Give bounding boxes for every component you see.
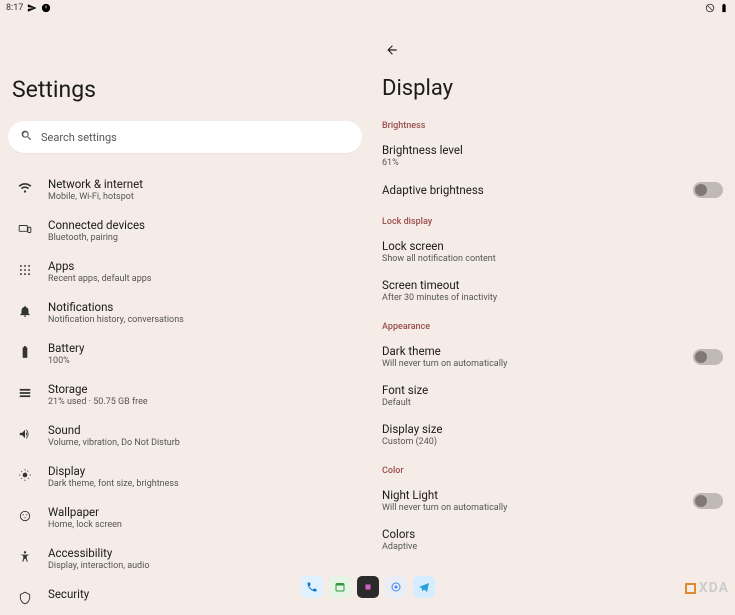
sidebar-item-subtitle: 100% — [48, 356, 84, 366]
display-right-pane: Display Brightness Brightness level61% Ada… — [370, 16, 735, 571]
taskbar-app-phone[interactable] — [301, 576, 323, 598]
row-title: Screen timeout — [382, 278, 497, 292]
timer-icon — [41, 3, 51, 13]
search-input[interactable] — [41, 131, 350, 144]
sidebar-item-connected-devices[interactable]: Connected devicesBluetooth, pairing — [8, 210, 362, 251]
sidebar-item-label: Display — [48, 464, 179, 478]
toggle-switch[interactable] — [693, 182, 723, 198]
sidebar-item-subtitle: Home, lock screen — [48, 520, 122, 530]
security-icon — [16, 589, 34, 607]
row-title: Lock screen — [382, 239, 496, 253]
row-subtitle: Will never turn on automatically — [382, 359, 507, 369]
row-subtitle: Adaptive — [382, 542, 417, 552]
back-button[interactable] — [382, 40, 402, 60]
sidebar-item-label: Storage — [48, 382, 148, 396]
row-title: Font size — [382, 383, 428, 397]
section-label: Color — [382, 466, 725, 476]
row-title: Colors — [382, 527, 417, 541]
sidebar-item-sound[interactable]: SoundVolume, vibration, Do Not Disturb — [8, 415, 362, 456]
accessibility-icon — [16, 548, 34, 566]
sidebar-item-subtitle: 21% used · 50.75 GB free — [48, 397, 148, 407]
sidebar-item-subtitle: Recent apps, default apps — [48, 274, 151, 284]
watermark: XDA — [685, 580, 729, 596]
statusbar-time: 8:17 — [6, 3, 23, 13]
search-icon — [20, 129, 33, 145]
setting-row-brightness-level[interactable]: Brightness level61% — [382, 138, 725, 177]
sidebar-item-apps[interactable]: AppsRecent apps, default apps — [8, 251, 362, 292]
row-title: Brightness level — [382, 143, 463, 157]
row-title: Display size — [382, 422, 442, 436]
sidebar-item-label: Sound — [48, 423, 180, 437]
row-subtitle: Will never turn on automatically — [382, 503, 507, 513]
sidebar-item-label: Accessibility — [48, 546, 149, 560]
storage-icon — [16, 384, 34, 402]
do-not-disturb-icon — [705, 3, 715, 13]
taskbar-app-calendar[interactable] — [329, 576, 351, 598]
row-subtitle: Custom (240) — [382, 437, 442, 447]
row-subtitle: Default — [382, 398, 428, 408]
sidebar-item-subtitle: Volume, vibration, Do Not Disturb — [48, 438, 180, 448]
row-subtitle: After 30 minutes of inactivity — [382, 293, 497, 303]
section-label: Lock display — [382, 217, 725, 227]
sidebar-item-subtitle: Bluetooth, pairing — [48, 233, 145, 243]
statusbar: 8:17 — [0, 0, 735, 16]
sidebar-item-network-internet[interactable]: Network & internetMobile, Wi-Fi, hotspot — [8, 169, 362, 210]
sidebar-item-label: Security — [48, 587, 89, 601]
row-title: Dark theme — [382, 344, 507, 358]
sidebar-item-label: Network & internet — [48, 177, 143, 191]
wifi-icon — [16, 179, 34, 197]
sidebar-item-label: Connected devices — [48, 218, 145, 232]
toggle-switch[interactable] — [693, 493, 723, 509]
sidebar-item-subtitle: Notification history, conversations — [48, 315, 184, 325]
notifications-icon — [16, 302, 34, 320]
page-title: Settings — [12, 76, 362, 103]
sidebar-item-label: Battery — [48, 341, 84, 355]
watermark-text: XDA — [699, 580, 729, 596]
sidebar-item-label: Wallpaper — [48, 505, 122, 519]
sidebar-item-accessibility[interactable]: AccessibilityDisplay, interaction, audio — [8, 538, 362, 579]
setting-row-display-size[interactable]: Display sizeCustom (240) — [382, 417, 725, 456]
taskbar-app-ide[interactable] — [357, 576, 379, 598]
row-subtitle: 61% — [382, 158, 463, 168]
wallpaper-icon — [16, 507, 34, 525]
sidebar-item-label: Notifications — [48, 300, 184, 314]
sidebar-item-subtitle: Dark theme, font size, brightness — [48, 479, 179, 489]
setting-row-dark-theme[interactable]: Dark themeWill never turn on automatical… — [382, 339, 725, 378]
sidebar-item-subtitle: Mobile, Wi-Fi, hotspot — [48, 192, 143, 202]
setting-row-colors[interactable]: ColorsAdaptive — [382, 522, 725, 561]
sidebar-item-display[interactable]: DisplayDark theme, font size, brightness — [8, 456, 362, 497]
row-subtitle: Show all notification content — [382, 254, 496, 264]
row-title: Adaptive brightness — [382, 183, 484, 197]
sound-icon — [16, 425, 34, 443]
detail-title: Display — [382, 76, 725, 101]
section-label: Brightness — [382, 121, 725, 131]
send-icon — [27, 3, 37, 13]
apps-icon — [16, 261, 34, 279]
setting-row-screen-timeout[interactable]: Screen timeoutAfter 30 minutes of inacti… — [382, 273, 725, 312]
sidebar-item-battery[interactable]: Battery100% — [8, 333, 362, 374]
taskbar — [301, 576, 435, 598]
setting-row-adaptive-brightness[interactable]: Adaptive brightness — [382, 177, 725, 207]
setting-row-lock-screen[interactable]: Lock screenShow all notification content — [382, 234, 725, 273]
devices-icon — [16, 220, 34, 238]
search-settings[interactable] — [8, 121, 362, 153]
setting-row-night-light[interactable]: Night LightWill never turn on automatica… — [382, 483, 725, 522]
sidebar-item-storage[interactable]: Storage21% used · 50.75 GB free — [8, 374, 362, 415]
sidebar-item-wallpaper[interactable]: WallpaperHome, lock screen — [8, 497, 362, 538]
display-icon — [16, 466, 34, 484]
sidebar-item-label: Apps — [48, 259, 151, 273]
battery-icon — [16, 343, 34, 361]
taskbar-app-telegram[interactable] — [413, 576, 435, 598]
sidebar-item-subtitle: Display, interaction, audio — [48, 561, 149, 571]
watermark-logo-icon — [685, 583, 696, 594]
battery-icon — [719, 3, 729, 13]
setting-row-font-size[interactable]: Font sizeDefault — [382, 378, 725, 417]
sidebar-item-notifications[interactable]: NotificationsNotification history, conve… — [8, 292, 362, 333]
taskbar-app-chrome[interactable] — [385, 576, 407, 598]
section-label: Appearance — [382, 322, 725, 332]
settings-left-pane: Settings Network & internetMobile, Wi-Fi… — [0, 16, 370, 571]
toggle-switch[interactable] — [693, 349, 723, 365]
row-title: Night Light — [382, 488, 507, 502]
